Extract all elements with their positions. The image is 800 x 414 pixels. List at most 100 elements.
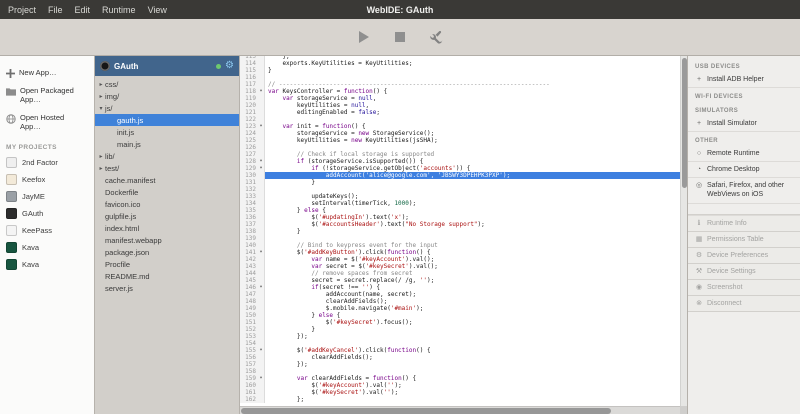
fold-marker-icon[interactable]: ▾: [258, 284, 265, 291]
menu-view[interactable]: View: [148, 5, 167, 15]
tree-item-css[interactable]: ▸ css/: [95, 78, 239, 90]
open-hosted-app-button[interactable]: Open Hosted App…: [0, 109, 94, 136]
code-line[interactable]: 162 };: [240, 396, 687, 403]
code-line[interactable]: 120 keyUtilities = null,: [240, 102, 687, 109]
code-line[interactable]: 156 clearAddFields();: [240, 354, 687, 361]
code-line[interactable]: 133 updateKeys();: [240, 193, 687, 200]
menu-runtime[interactable]: Runtime: [102, 5, 136, 15]
code-line[interactable]: 131 }: [240, 179, 687, 186]
code-line[interactable]: 155 ▾ $('#addKeyCancel').click(function()…: [240, 347, 687, 354]
code-line[interactable]: 123 ▾ var init = function() {: [240, 123, 687, 130]
fold-marker-icon[interactable]: ▾: [258, 249, 265, 256]
code-line[interactable]: 137 $('#accountsHeader').text("No Storag…: [240, 221, 687, 228]
runtime-item-device-preferences[interactable]: ⚙ Device Preferences: [688, 247, 800, 264]
runtime-item-screenshot[interactable]: ◉ Screenshot: [688, 279, 800, 297]
project-item-gauth[interactable]: GAuth: [0, 205, 94, 222]
code-line[interactable]: 157 });: [240, 361, 687, 368]
project-item-keefox[interactable]: Keefox: [0, 171, 94, 188]
code-line[interactable]: 153 });: [240, 333, 687, 340]
code-line[interactable]: 145 secret = secret.replace(/ /g, '');: [240, 277, 687, 284]
tree-item-favicon-ico[interactable]: favicon.ico: [95, 198, 239, 210]
project-item-kava[interactable]: Kava: [0, 256, 94, 273]
code-line[interactable]: 143 var secret = $('#keySecret').val();: [240, 263, 687, 270]
code-line[interactable]: 135 } else {: [240, 207, 687, 214]
code-line[interactable]: 121 editingEnabled = false;: [240, 109, 687, 116]
twisty-icon[interactable]: ▸: [97, 81, 105, 88]
code-line[interactable]: 134 setInterval(timerTick, 1000);: [240, 200, 687, 207]
code-line[interactable]: 142 var name = $('#keyAccount').val();: [240, 256, 687, 263]
tree-item-readme-md[interactable]: README.md: [95, 270, 239, 282]
code-line[interactable]: 152 }: [240, 326, 687, 333]
code-line[interactable]: 148 clearAddFields();: [240, 298, 687, 305]
project-item-keepass[interactable]: KeePass: [0, 222, 94, 239]
runtime-item-install-adb-helper[interactable]: + Install ADB Helper: [688, 72, 800, 89]
open-packaged-app-button[interactable]: Open Packaged App…: [0, 82, 94, 109]
project-item-kava[interactable]: Kava: [0, 239, 94, 256]
project-item-jayme[interactable]: JayME: [0, 188, 94, 205]
stop-button[interactable]: [390, 27, 410, 47]
code-line[interactable]: 136 $('#updatingIn').text('x');: [240, 214, 687, 221]
gear-icon[interactable]: ⚙: [225, 61, 234, 71]
tree-item-img[interactable]: ▸ img/: [95, 90, 239, 102]
code-line[interactable]: 138 }: [240, 228, 687, 235]
twisty-icon[interactable]: ▸: [97, 153, 105, 160]
runtime-item-runtime-info[interactable]: ℹ Runtime Info: [688, 214, 800, 232]
code-line[interactable]: 119 var storageService = null,: [240, 95, 687, 102]
code-line[interactable]: 116: [240, 74, 687, 81]
code-line[interactable]: 130 addAccount('alice@google.com', 'JBSW…: [240, 172, 687, 179]
code-line[interactable]: 124 storageService = new StorageService(…: [240, 130, 687, 137]
code-line[interactable]: 144 // remove spaces from secret: [240, 270, 687, 277]
fold-marker-icon[interactable]: ▾: [258, 88, 265, 95]
code-line[interactable]: 150 } else {: [240, 312, 687, 319]
runtime-item-disconnect[interactable]: ⊗ Disconnect: [688, 296, 800, 313]
tree-item-package-json[interactable]: package.json: [95, 246, 239, 258]
runtime-item-permissions-table[interactable]: ▦ Permissions Table: [688, 231, 800, 248]
tree-item-main-js[interactable]: main.js: [95, 138, 239, 150]
tree-item-cache-manifest[interactable]: cache.manifest: [95, 174, 239, 186]
code-editor[interactable]: 113 }; 114 exports.KeyUtilities = KeyUtil…: [240, 56, 687, 414]
vertical-scrollbar-thumb[interactable]: [682, 58, 687, 188]
code-line[interactable]: 127 // Check if local storage is support…: [240, 151, 687, 158]
fold-marker-icon[interactable]: ▾: [258, 347, 265, 354]
code-line[interactable]: 147 addAccount(name, secret);: [240, 291, 687, 298]
fold-marker-icon[interactable]: ▾: [258, 375, 265, 382]
code-line[interactable]: 151 $('#keySecret').focus();: [240, 319, 687, 326]
editor-horizontal-scrollbar[interactable]: [240, 406, 680, 414]
tree-item-test[interactable]: ▸ test/: [95, 162, 239, 174]
fold-marker-icon[interactable]: ▾: [258, 165, 265, 172]
runtime-item-install-simulator[interactable]: + Install Simulator: [688, 116, 800, 133]
code-line[interactable]: 160 $('#keyAccount').val('');: [240, 382, 687, 389]
code-line[interactable]: 139: [240, 235, 687, 242]
twisty-icon[interactable]: ▾: [97, 105, 105, 112]
code-line[interactable]: 129 ▾ if (!storageService.getObject('acco…: [240, 165, 687, 172]
run-button[interactable]: [354, 27, 374, 47]
code-line[interactable]: 128 ▾ if (storageService.isSupported()) {: [240, 158, 687, 165]
new-app-button[interactable]: New App…: [0, 64, 94, 82]
fold-marker-icon[interactable]: ▾: [258, 158, 265, 165]
project-item-2nd-factor[interactable]: 2nd Factor: [0, 154, 94, 171]
code-line[interactable]: 146 ▾ if(secret !== '') {: [240, 284, 687, 291]
fold-marker-icon[interactable]: ▾: [258, 123, 265, 130]
code-line[interactable]: 161 $('#keySecret').val('');: [240, 389, 687, 396]
twisty-icon[interactable]: ▸: [97, 93, 105, 100]
code-line[interactable]: 117 // ---------------------------------…: [240, 81, 687, 88]
code-line[interactable]: 141 ▾ $('#addKeyButton').click(function()…: [240, 249, 687, 256]
code-line[interactable]: 115 }: [240, 67, 687, 74]
editor-vertical-scrollbar[interactable]: [680, 56, 687, 406]
tree-item-lib[interactable]: ▸ lib/: [95, 150, 239, 162]
horizontal-scrollbar-thumb[interactable]: [241, 408, 611, 414]
tree-item-gulpfile-js[interactable]: gulpfile.js: [95, 210, 239, 222]
code-line[interactable]: 149 $.mobile.navigate('#main');: [240, 305, 687, 312]
menu-file[interactable]: File: [48, 5, 63, 15]
devtools-button[interactable]: [426, 27, 446, 47]
runtime-item-safari-firefox-and-other-webviews-on-ios[interactable]: ◎ Safari, Firefox, and other WebViews on …: [688, 178, 800, 204]
tree-item-procfile[interactable]: Procfile: [95, 258, 239, 270]
code-line[interactable]: 140 // Bind to keypress event for the in…: [240, 242, 687, 249]
runtime-item-chrome-desktop[interactable]: ◔ Chrome Desktop: [688, 162, 800, 179]
code-line[interactable]: 159 ▾ var clearAddFields = function() {: [240, 375, 687, 382]
tree-item-dockerfile[interactable]: Dockerfile: [95, 186, 239, 198]
runtime-item-remote-runtime[interactable]: ○ Remote Runtime: [688, 146, 800, 163]
menu-edit[interactable]: Edit: [75, 5, 91, 15]
menu-project[interactable]: Project: [8, 5, 36, 15]
tree-item-manifest-webapp[interactable]: manifest.webapp: [95, 234, 239, 246]
